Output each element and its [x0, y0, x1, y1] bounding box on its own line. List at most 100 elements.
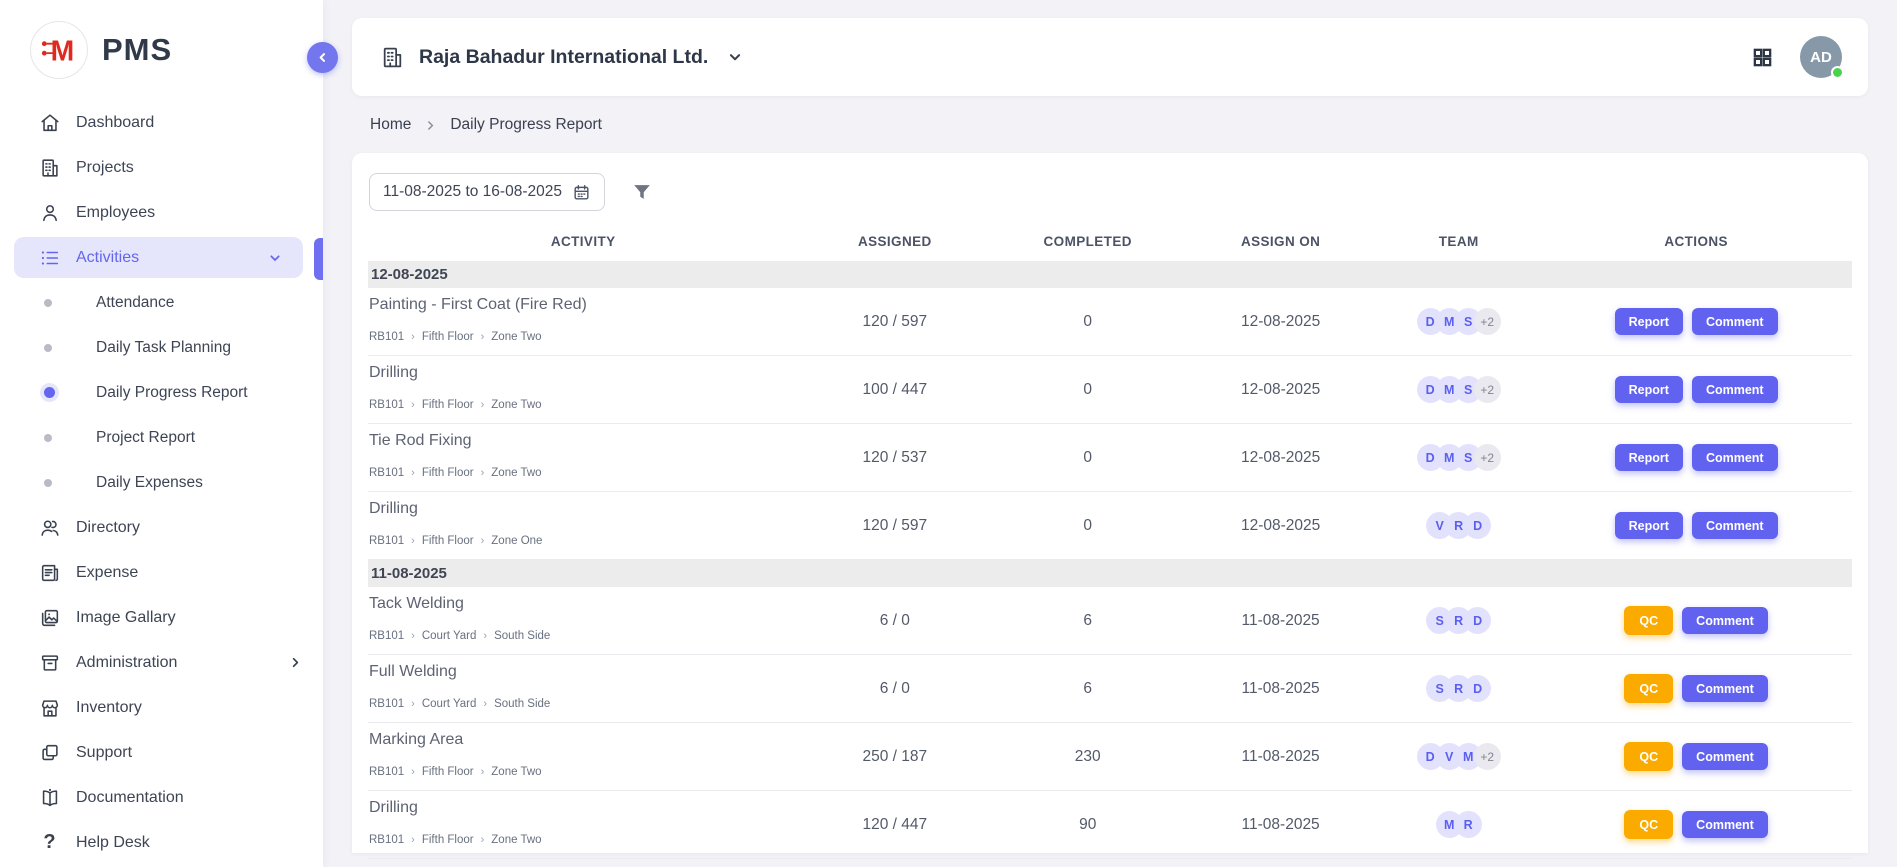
sidebar-item-label: Inventory	[76, 699, 142, 717]
report-button[interactable]: Report	[1615, 376, 1683, 403]
sidebar-item-activities[interactable]: Activities	[14, 237, 303, 278]
breadcrumb: Home Daily Progress Report	[352, 110, 1868, 140]
sidebar-subitem-label: Daily Task Planning	[96, 339, 231, 357]
sidebar-collapse-button[interactable]	[307, 42, 338, 73]
activity-cell: DrillingRB101›Fifth Floor›Zone One	[368, 492, 798, 559]
sidebar-item-documentation[interactable]: Documentation	[0, 775, 323, 820]
assign-on-cell: 11-08-2025	[1184, 723, 1377, 790]
report-button[interactable]: Report	[1615, 308, 1683, 335]
activity-location: RB101›Fifth Floor›Zone Two	[369, 766, 542, 778]
team-cell: DVM+2	[1377, 723, 1540, 790]
sidebar-item-image-gallary[interactable]: Image Gallary	[0, 595, 323, 640]
table-row: DrillingRB101›Fifth Floor›Zone Two120 / …	[368, 791, 1852, 859]
team-cell: MR	[1377, 791, 1540, 858]
sidebar-subitem-daily-progress-report[interactable]: Daily Progress Report	[0, 370, 323, 415]
active-section-indicator	[314, 238, 323, 280]
comment-button[interactable]: Comment	[1692, 512, 1778, 539]
sidebar-subitem-daily-task-planning[interactable]: Daily Task Planning	[0, 325, 323, 370]
activity-location: RB101›Court Yard›South Side	[369, 698, 550, 710]
chevron-right-icon: ›	[411, 331, 415, 343]
location-part: RB101	[369, 399, 404, 411]
completed-cell: 6	[991, 587, 1184, 654]
comment-button[interactable]: Comment	[1682, 675, 1768, 702]
sidebar-item-directory[interactable]: Directory	[0, 505, 323, 550]
sidebar-subitem-label: Daily Progress Report	[96, 384, 248, 402]
sidebar-subitem-project-report[interactable]: Project Report	[0, 415, 323, 460]
comment-button[interactable]: Comment	[1682, 743, 1768, 770]
qc-button[interactable]: QC	[1624, 606, 1673, 635]
sidebar-item-administration[interactable]: Administration	[0, 640, 323, 685]
sidebar-item-label: Dashboard	[76, 114, 154, 132]
table-header-row: ACTIVITYASSIGNEDCOMPLETEDASSIGN ONTEAMAC…	[368, 221, 1852, 261]
location-part: Zone Two	[491, 331, 541, 343]
chevron-right-icon: ›	[481, 834, 485, 846]
sidebar-item-expense[interactable]: Expense	[0, 550, 323, 595]
actions-cell: QC Comment	[1540, 791, 1852, 858]
topbar-right: AD	[1751, 36, 1842, 78]
activity-title: Painting - First Coat (Fire Red)	[369, 296, 587, 314]
app-root: M PMS DashboardProjectsEmployeesActiviti…	[0, 0, 1897, 867]
sidebar-item-label: Activities	[76, 249, 139, 267]
report-button[interactable]: Report	[1615, 512, 1683, 539]
chevron-down-icon	[726, 48, 744, 66]
qc-button[interactable]: QC	[1624, 810, 1673, 839]
sidebar-subitem-daily-expenses[interactable]: Daily Expenses	[0, 460, 323, 505]
comment-button[interactable]: Comment	[1692, 308, 1778, 335]
breadcrumb-home[interactable]: Home	[370, 116, 411, 134]
app-title: PMS	[102, 32, 172, 68]
sidebar-item-employees[interactable]: Employees	[0, 190, 323, 235]
qc-button[interactable]: QC	[1624, 742, 1673, 771]
comment-button[interactable]: Comment	[1682, 811, 1768, 838]
comment-button[interactable]: Comment	[1692, 376, 1778, 403]
filter-funnel-icon[interactable]	[631, 181, 653, 203]
sidebar-item-inventory[interactable]: Inventory	[0, 685, 323, 730]
chevron-right-icon: ›	[483, 630, 487, 642]
online-status-dot	[1831, 66, 1844, 79]
assigned-cell: 6 / 0	[798, 587, 991, 654]
company-selector[interactable]: Raja Bahadur International Ltd.	[380, 45, 744, 70]
report-card: 11-08-2025 to 16-08-2025 ACTIVITYASSIGNE…	[352, 153, 1868, 853]
apps-grid-icon[interactable]	[1751, 46, 1774, 69]
chevron-right-icon: ›	[481, 467, 485, 479]
qc-button[interactable]: QC	[1624, 674, 1673, 703]
assign-on-cell: 11-08-2025	[1184, 587, 1377, 654]
location-part: Zone Two	[491, 834, 541, 846]
user-avatar[interactable]: AD	[1800, 36, 1842, 78]
sidebar-item-label: Expense	[76, 564, 138, 582]
comment-button[interactable]: Comment	[1682, 607, 1768, 634]
sidebar-item-support[interactable]: Support	[0, 730, 323, 775]
dot-icon	[44, 299, 52, 307]
table-row: DrillingRB101›Fifth Floor›Zone One120 / …	[368, 492, 1852, 560]
table-body: 12-08-2025 Painting - First Coat (Fire Re…	[368, 261, 1852, 859]
sidebar-item-projects[interactable]: Projects	[0, 145, 323, 190]
assign-on-cell: 12-08-2025	[1184, 424, 1377, 491]
date-group-header: 11-08-2025	[368, 560, 1852, 587]
activity-cell: Painting - First Coat (Fire Red)RB101›Fi…	[368, 288, 798, 355]
location-part: RB101	[369, 834, 404, 846]
sidebar-item-help-desk[interactable]: ?Help Desk	[0, 820, 323, 865]
actions-cell: Report Comment	[1540, 424, 1852, 491]
completed-cell: 6	[991, 655, 1184, 722]
report-button[interactable]: Report	[1615, 444, 1683, 471]
sidebar-subitem-label: Daily Expenses	[96, 474, 203, 492]
sidebar-item-label: Support	[76, 744, 132, 762]
comment-button[interactable]: Comment	[1692, 444, 1778, 471]
chevron-right-icon: ›	[411, 766, 415, 778]
activity-location: RB101›Fifth Floor›Zone One	[369, 535, 542, 547]
date-range-input[interactable]: 11-08-2025 to 16-08-2025	[369, 173, 605, 211]
completed-cell: 0	[991, 424, 1184, 491]
assign-on-cell: 12-08-2025	[1184, 492, 1377, 559]
team-avatar: D	[1464, 512, 1491, 539]
sidebar-item-dashboard[interactable]: Dashboard	[0, 100, 323, 145]
column-header-assigned: ASSIGNED	[798, 234, 991, 249]
sidebar-subitem-attendance[interactable]: Attendance	[0, 280, 323, 325]
column-header-completed: COMPLETED	[991, 234, 1184, 249]
chevron-right-icon	[288, 655, 303, 670]
chevron-right-icon: ›	[411, 834, 415, 846]
sidebar-subitem-label: Project Report	[96, 429, 195, 447]
actions-cell: Report Comment	[1540, 356, 1852, 423]
location-part: Fifth Floor	[422, 467, 474, 479]
assigned-cell: 6 / 0	[798, 655, 991, 722]
table-row: Marking AreaRB101›Fifth Floor›Zone Two25…	[368, 723, 1852, 791]
location-part: RB101	[369, 766, 404, 778]
